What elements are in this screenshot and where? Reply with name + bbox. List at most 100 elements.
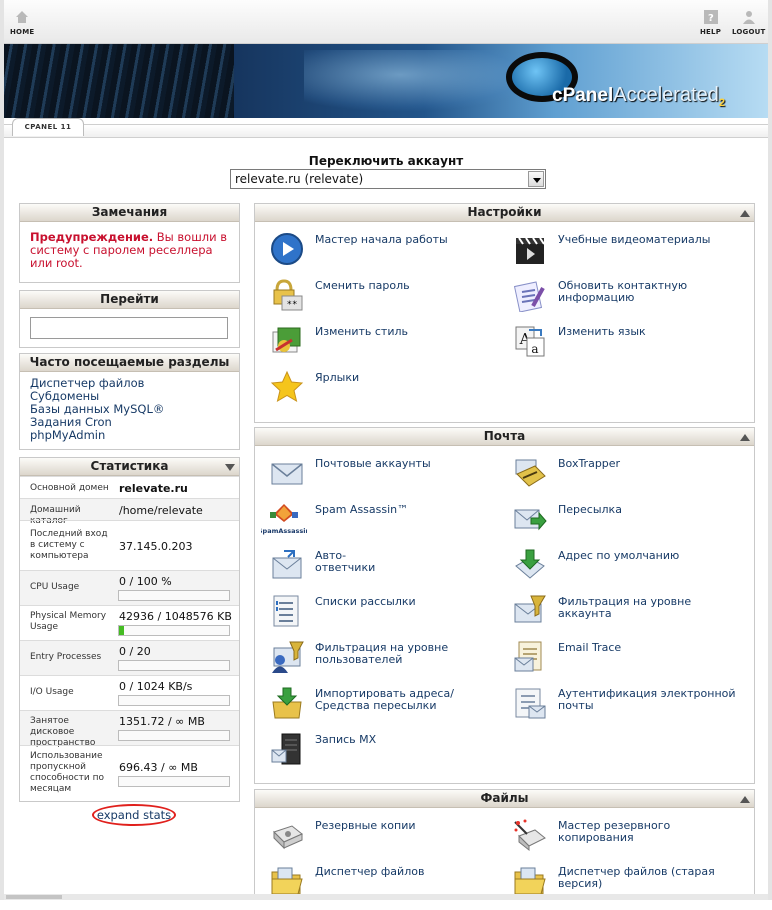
collapse-arrow-icon[interactable] bbox=[740, 434, 750, 441]
password-lock-icon: ** bbox=[273, 279, 303, 311]
mail-title: Почта bbox=[255, 428, 754, 446]
cpanel-banner: cPanelAccelerated2 bbox=[4, 44, 768, 118]
stats-row: Занятое дисковое пространство 1351.72 / … bbox=[20, 710, 239, 748]
expand-stats-link[interactable]: expand stats bbox=[92, 804, 176, 826]
mail-item-label: Списки рассылки bbox=[315, 595, 416, 608]
mx-server-icon bbox=[271, 733, 301, 765]
mail-item[interactable]: Списки рассылки bbox=[270, 594, 510, 640]
frequent-link[interactable]: phpMyAdmin bbox=[30, 429, 229, 442]
settings-panel: Настройки Мастер начала работы Учебные в… bbox=[254, 203, 755, 423]
user-icon bbox=[742, 11, 755, 24]
goto-title: Перейти bbox=[20, 291, 239, 309]
star-icon bbox=[270, 370, 304, 403]
mail-item[interactable]: Запись MX bbox=[270, 732, 510, 778]
settings-item-label: Изменить стиль bbox=[315, 325, 408, 338]
mail-item[interactable]: Почтовые аккаунты bbox=[270, 456, 510, 502]
mail-item[interactable]: Фильтрация на уровне пользователей bbox=[270, 640, 510, 686]
files-title: Файлы bbox=[255, 790, 754, 808]
autoresponder-icon bbox=[272, 550, 302, 579]
stats-value: relevate.ru bbox=[119, 482, 188, 495]
envelope-icon bbox=[271, 463, 303, 485]
collapse-arrow-icon[interactable] bbox=[740, 796, 750, 803]
settings-item-label: Учебные видеоматериалы bbox=[558, 233, 711, 246]
home-button[interactable]: HOME bbox=[10, 10, 34, 36]
language-icon: Aa bbox=[515, 326, 545, 357]
mailing-list-icon bbox=[273, 595, 299, 627]
entry-processes-bar bbox=[118, 660, 230, 671]
mail-item[interactable]: Авто- ответчики bbox=[270, 548, 510, 594]
mail-item-label: Spam Assassin™ bbox=[315, 503, 409, 516]
mail-item-label: Импортировать адреса/ Средства пересылки bbox=[315, 687, 454, 712]
mail-item[interactable]: SpamAssassin Spam Assassin™ bbox=[261, 502, 501, 548]
collapse-arrow-icon[interactable] bbox=[740, 210, 750, 217]
svg-text:**: ** bbox=[287, 300, 298, 310]
chevron-down-icon[interactable] bbox=[528, 171, 544, 187]
tab-strip: CPANEL 11 bbox=[4, 118, 768, 140]
account-select[interactable]: relevate.ru (relevate) bbox=[230, 169, 546, 189]
settings-item[interactable]: Ярлыки bbox=[270, 370, 510, 416]
mail-item[interactable]: Аутентификация электронной почты bbox=[513, 686, 753, 732]
stats-label: Physical Memory Usage bbox=[30, 611, 107, 632]
settings-item[interactable]: ** Сменить пароль bbox=[270, 278, 510, 324]
logout-button[interactable]: LOGOUT bbox=[732, 10, 766, 36]
settings-item-label: Ярлыки bbox=[315, 371, 360, 384]
stats-value: 0 / 20 bbox=[119, 645, 151, 658]
io-usage-bar bbox=[118, 695, 230, 706]
email-auth-icon bbox=[515, 688, 546, 719]
cpanel-logo-text: cPanelAccelerated2 bbox=[552, 84, 726, 109]
style-palette-icon bbox=[272, 327, 301, 353]
mail-item[interactable]: BoxTrapper bbox=[513, 456, 753, 502]
user-filter-icon bbox=[272, 641, 304, 673]
goto-input[interactable] bbox=[30, 317, 228, 339]
settings-item[interactable]: Aa Изменить язык bbox=[513, 324, 753, 370]
settings-item[interactable]: Изменить стиль bbox=[270, 324, 510, 370]
files-item[interactable]: Мастер резервного копирования bbox=[513, 818, 753, 864]
settings-item-label: Обновить контактную информацию bbox=[558, 279, 688, 304]
files-item[interactable]: Диспетчер файлов (старая версия) bbox=[513, 864, 753, 910]
settings-item[interactable]: Учебные видеоматериалы bbox=[513, 232, 753, 278]
help-label: HELP bbox=[700, 28, 722, 36]
files-item[interactable]: Диспетчер файлов bbox=[270, 864, 510, 910]
usage-bar-fill bbox=[119, 626, 124, 635]
forward-icon bbox=[514, 509, 547, 531]
stats-box: Статистика Основной домен relevate.ru До… bbox=[19, 457, 240, 802]
settings-title: Настройки bbox=[255, 204, 754, 222]
stats-title: Статистика bbox=[20, 458, 239, 476]
mail-item-label: Аутентификация электронной почты bbox=[558, 687, 736, 712]
files-item[interactable]: Резервные копии bbox=[270, 818, 510, 864]
settings-item-label: Изменить язык bbox=[558, 325, 646, 338]
mail-item[interactable]: Email Trace bbox=[513, 640, 753, 686]
mail-item[interactable]: Импортировать адреса/ Средства пересылки bbox=[270, 686, 510, 732]
warning-message: Предупреждение. Вы вошли в систему с пар… bbox=[20, 222, 239, 279]
boxtrapper-icon bbox=[515, 459, 546, 487]
files-item-label: Диспетчер файлов (старая версия) bbox=[558, 865, 715, 890]
stats-row: CPU Usage 0 / 100 % bbox=[20, 570, 239, 605]
files-item-label: Резервные копии bbox=[315, 819, 416, 832]
account-switch-title: Переключить аккаунт bbox=[308, 154, 464, 168]
memory-usage-bar bbox=[118, 625, 230, 636]
video-clapper-icon bbox=[516, 237, 545, 264]
mail-item[interactable]: Адрес по умолчанию bbox=[513, 548, 753, 594]
settings-item[interactable]: Обновить контактную информацию bbox=[513, 278, 753, 324]
scrollbar-thumb[interactable] bbox=[6, 895, 62, 899]
mail-item[interactable]: Пересылка bbox=[513, 502, 753, 548]
cpanel-page: HOME ? HELP LOGOUT cPanelAccelerated2 CP… bbox=[0, 0, 772, 900]
collapse-arrow-icon[interactable] bbox=[225, 464, 235, 471]
mail-item-label: BoxTrapper bbox=[558, 457, 621, 470]
mail-item-label: Запись MX bbox=[315, 733, 377, 746]
mail-item-label: Фильтрация на уровне пользователей bbox=[315, 641, 449, 666]
import-icon bbox=[272, 687, 302, 719]
help-button[interactable]: ? HELP bbox=[700, 10, 721, 36]
horizontal-scrollbar[interactable] bbox=[4, 894, 768, 900]
account-filter-icon bbox=[514, 595, 546, 623]
stats-label: CPU Usage bbox=[30, 582, 80, 592]
stats-value: /home/relevate bbox=[119, 504, 203, 517]
mail-item-label: Адрес по умолчанию bbox=[558, 549, 680, 562]
stats-label: Последний вход в систему с компьютера bbox=[30, 529, 108, 561]
email-trace-icon bbox=[514, 641, 542, 672]
cpanel-11-tab[interactable]: CPANEL 11 bbox=[12, 118, 84, 136]
settings-item[interactable]: Мастер начала работы bbox=[270, 232, 510, 278]
notes-title: Замечания bbox=[20, 204, 239, 222]
mail-item[interactable]: Фильтрация на уровне аккаунта bbox=[513, 594, 753, 640]
home-icon bbox=[16, 11, 29, 23]
